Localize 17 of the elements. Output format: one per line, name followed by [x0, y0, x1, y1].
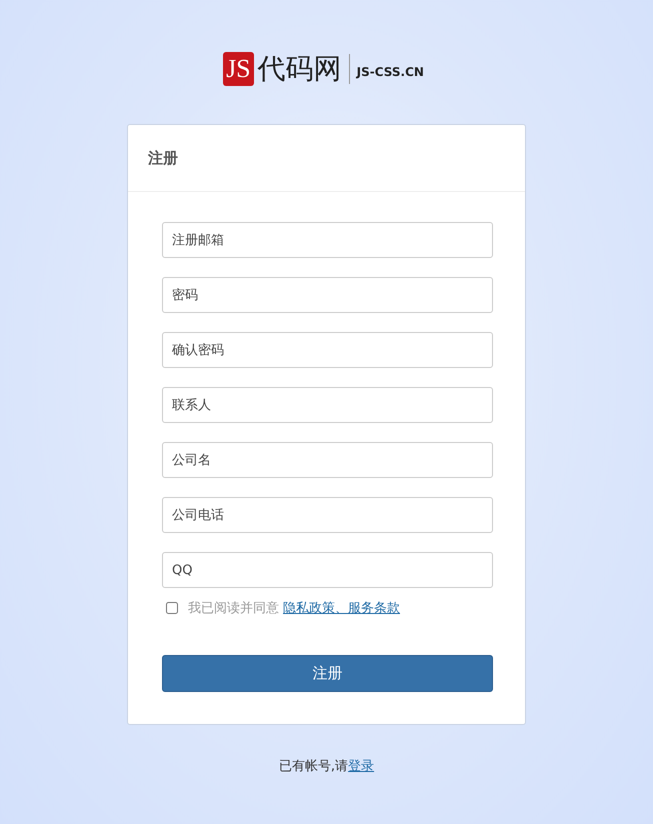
- input-field[interactable]: 确认密码: [162, 332, 493, 368]
- logo-badge: JS: [223, 52, 254, 86]
- logo-name: 代码网: [258, 52, 342, 86]
- card-title: 注册: [148, 148, 178, 168]
- logo-domain: JS-CSS.CN: [356, 65, 424, 79]
- input-field[interactable]: 公司电话: [162, 497, 493, 533]
- input-field[interactable]: 联系人: [162, 387, 493, 423]
- footer-text: 已有帐号,请: [278, 758, 348, 775]
- register-button[interactable]: 注册: [162, 655, 493, 692]
- agree-text: 我已阅读并同意: [188, 600, 279, 617]
- input-field[interactable]: QQ: [162, 552, 493, 588]
- login-link[interactable]: 登录: [348, 757, 374, 775]
- input-field[interactable]: 公司名: [162, 442, 493, 478]
- agree-checkbox[interactable]: [166, 602, 178, 614]
- input-field[interactable]: 注册邮箱: [162, 222, 493, 258]
- input-field[interactable]: 密码: [162, 277, 493, 313]
- terms-link[interactable]: 隐私政策、服务条款: [283, 599, 400, 617]
